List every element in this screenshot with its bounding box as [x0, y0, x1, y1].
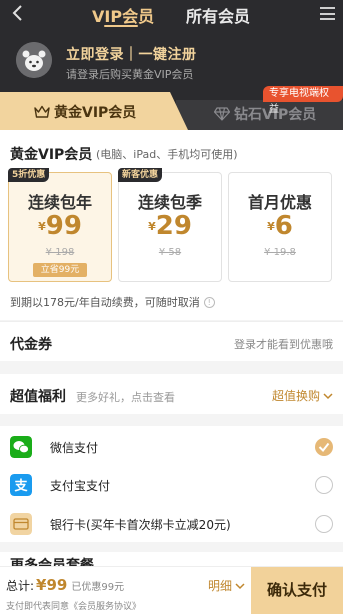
plan-price: ¥6 — [267, 211, 293, 241]
total-discount: 已优惠99元 — [71, 582, 125, 593]
plan-first-month[interactable]: 首月优惠 ¥6 ¥ 19.8 — [228, 172, 332, 282]
plan-original-price: ¥ 19.8 — [264, 247, 296, 258]
back-arrow-icon[interactable] — [8, 3, 28, 23]
plan-annual[interactable]: 5折优惠 连续包年 ¥99 ¥ 198 立省99元 — [8, 168, 112, 282]
plan-tag: 5折优惠 — [8, 168, 50, 182]
plan-tag: 新客优惠 — [118, 168, 163, 182]
plan-save-badge: 立省99元 — [33, 263, 87, 277]
benefits-row[interactable]: 超值福利 更多好礼，点击查看 超值换购 — [0, 368, 343, 414]
alipay-icon: 支 — [10, 474, 32, 496]
plan-original-price: ¥ 198 — [45, 247, 75, 258]
plan-section: 黄金VIP会员 (电脑、iPad、手机均可使用) 5折优惠 连续包年 ¥99 ¥… — [0, 130, 343, 320]
plan-quarterly[interactable]: 新客优惠 连续包季 ¥29 ¥ 58 — [118, 168, 222, 282]
total-summary: 总计: ¥99 已优惠99元 — [6, 576, 124, 594]
bank-card-icon — [10, 513, 32, 535]
pay-label: 银行卡(买年卡首次绑卡立减20元) — [50, 518, 231, 532]
plan-section-title: 黄金VIP会员 — [10, 147, 93, 163]
tab-gold-vip-label-wrap: 黄金VIP会员 — [34, 102, 136, 122]
diamond-icon — [214, 107, 230, 121]
pay-radio[interactable] — [315, 476, 333, 494]
diamond-tv-badge: 专享电视端权益 — [263, 86, 343, 115]
tab-all-members[interactable]: 所有会员 — [186, 3, 250, 27]
service-agreement-link[interactable]: 支付即代表同意《会员服务协议》 — [6, 599, 141, 612]
avatar[interactable] — [16, 42, 52, 78]
tab-active-indicator — [104, 25, 138, 27]
voucher-row[interactable]: 代金券 登录才能看到优惠哦 — [0, 321, 343, 361]
pay-option-wechat[interactable]: 微信支付 — [0, 428, 343, 466]
pay-option-alipay[interactable]: 支 支付宝支付 — [0, 466, 343, 504]
login-register-link[interactable]: 立即登录｜一键注册 — [66, 44, 197, 64]
pay-radio[interactable] — [315, 515, 333, 533]
plan-price: ¥99 — [38, 211, 82, 241]
top-nav: VIP会员 所有会员 — [0, 0, 343, 28]
bottom-bar: 总计: ¥99 已优惠99元 支付即代表同意《会员服务协议》 明细 确认支付 — [0, 566, 343, 614]
crown-icon — [34, 105, 50, 118]
plan-section-subtitle: (电脑、iPad、手机均可使用) — [96, 148, 238, 161]
svg-text:支: 支 — [13, 478, 28, 494]
details-toggle[interactable]: 明细 — [208, 577, 245, 594]
menu-icon[interactable] — [320, 7, 335, 20]
plan-name: 首月优惠 — [247, 193, 312, 212]
tab-vip[interactable]: VIP会员 — [92, 3, 154, 27]
voucher-label: 代金券 — [10, 337, 52, 353]
chevron-down-icon — [235, 582, 245, 589]
pay-radio-checked[interactable] — [315, 438, 333, 456]
confirm-pay-button[interactable]: 确认支付 — [251, 567, 343, 614]
chevron-down-icon — [323, 392, 333, 399]
total-label: 总计: — [6, 579, 35, 593]
benefits-exchange-link[interactable]: 超值换购 — [272, 387, 333, 404]
pay-option-bank-card[interactable]: 银行卡(买年卡首次绑卡立减20元) — [0, 505, 343, 543]
info-icon[interactable]: ! — [203, 296, 215, 308]
pay-label: 微信支付 — [50, 441, 99, 455]
voucher-value: 登录才能看到优惠哦 — [234, 338, 333, 351]
top-header: VIP会员 所有会员 立即登录｜一键注册 请登录后购买黄金VIP会员 — [0, 0, 343, 92]
plan-original-price: ¥ 58 — [158, 247, 182, 258]
plan-name: 连续包季 — [137, 193, 202, 212]
benefits-label: 超值福利 — [10, 389, 66, 405]
pay-label: 支付宝支付 — [50, 479, 111, 493]
payment-methods: 微信支付 支 支付宝支付 银行卡(买年卡首次绑卡立减20元) — [0, 420, 343, 542]
plan-price: ¥29 — [148, 211, 192, 241]
login-subtitle: 请登录后购买黄金VIP会员 — [66, 68, 194, 81]
tab-diamond-vip-label-wrap: 钻石VIP会员 — [214, 104, 316, 124]
benefits-hint: 更多好礼，点击查看 — [76, 391, 175, 404]
renew-note: 到期以178元/年自动续费，可随时取消 ! — [10, 294, 215, 310]
tab-gold-vip-label: 黄金VIP会员 — [54, 105, 137, 121]
wechat-pay-icon — [10, 436, 32, 458]
check-icon — [318, 442, 330, 453]
default-avatar-icon — [16, 42, 52, 78]
total-price: ¥99 — [36, 576, 68, 594]
plan-name: 连续包年 — [27, 193, 92, 212]
